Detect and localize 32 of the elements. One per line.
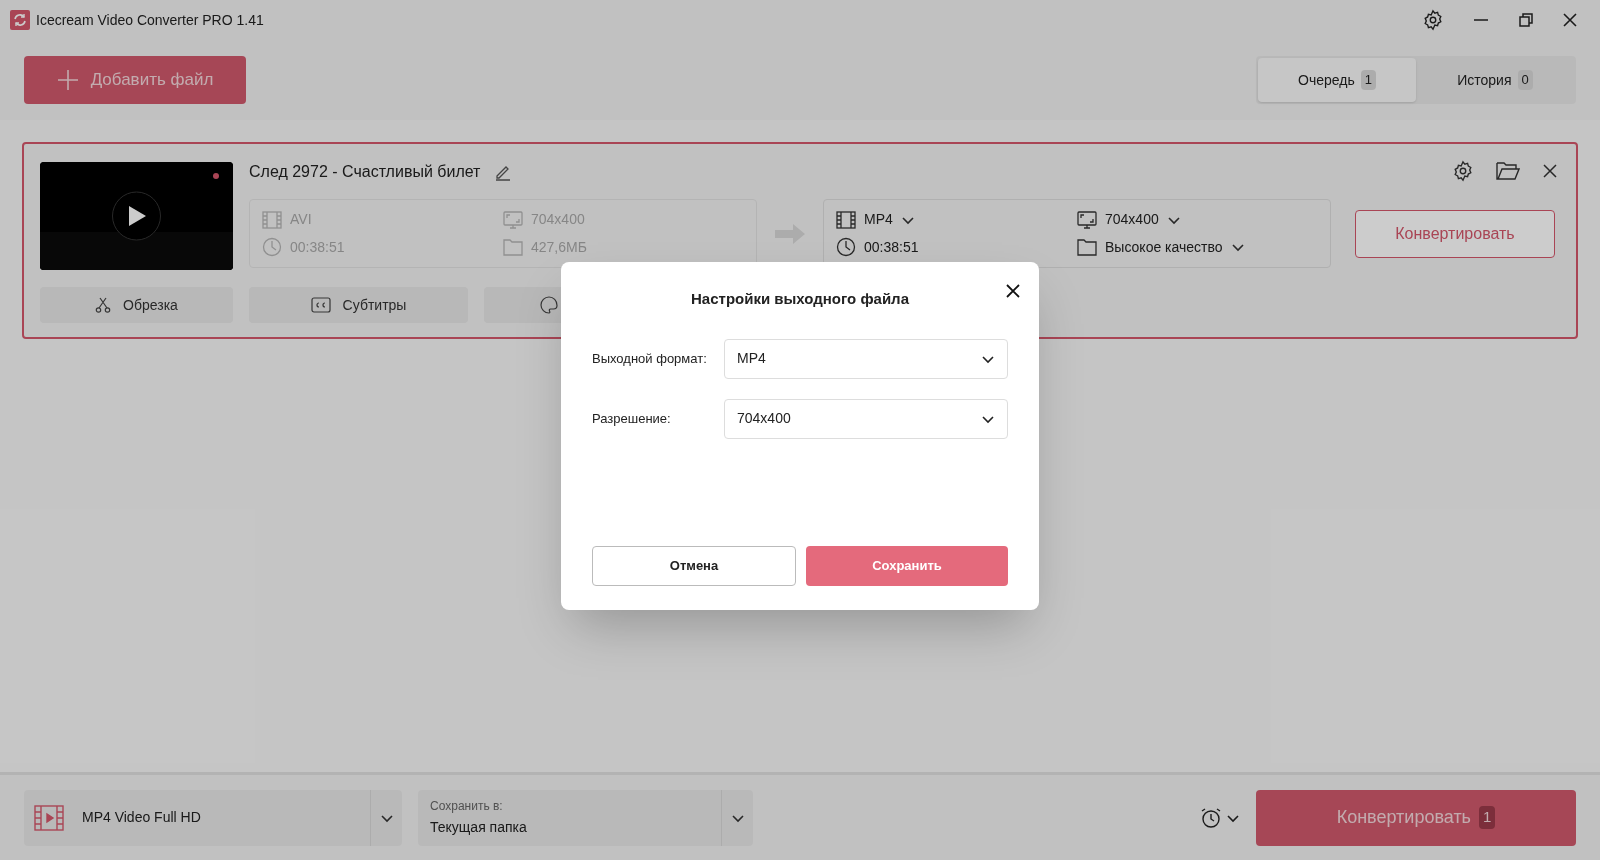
output-quality: Высокое качество <box>1105 237 1223 257</box>
save-to-label: Сохранить в: <box>430 798 504 815</box>
convert-button[interactable]: Конвертировать <box>1355 209 1555 258</box>
count-badge: 0 <box>1517 70 1533 90</box>
save-to-value: Текущая папка <box>430 818 528 837</box>
field-label: Выходной формат: <box>592 349 708 368</box>
tab[interactable]: История 0 <box>1416 58 1574 102</box>
source-format: AVI <box>290 210 312 230</box>
source-size: 427,6МБ <box>531 237 587 257</box>
output-duration: 00:38:51 <box>864 237 919 257</box>
cancel-button[interactable]: Отмена <box>592 546 796 586</box>
subtitles-button[interactable]: Субтитры <box>249 287 468 323</box>
tab[interactable]: Очередь 1 <box>1258 58 1416 102</box>
source-resolution: 704x400 <box>531 210 585 230</box>
convert-all-button[interactable]: Конвертировать 1 <box>1256 789 1576 846</box>
select-field[interactable]: MP4 <box>724 338 1008 379</box>
preset-dropdown[interactable]: MP4 Video Full HD <box>24 789 402 846</box>
select-field[interactable]: 704x400 <box>724 398 1008 439</box>
trim-button[interactable]: Обрезка <box>40 287 233 323</box>
source-duration: 00:38:51 <box>290 237 345 257</box>
output-format: MP4 <box>864 210 893 230</box>
field-label: Разрешение: <box>592 409 672 428</box>
tab-label: Очередь <box>1298 70 1355 90</box>
output-resolution: 704x400 <box>1105 210 1159 230</box>
count-badge: 1 <box>1360 70 1376 90</box>
file-title: След 2972 - Счастливый билет <box>249 162 481 182</box>
window-title: Icecream Video Converter PRO 1.41 <box>36 10 264 30</box>
dialog-title: Настройки выходного файла <box>691 289 909 309</box>
count-badge: 1 <box>1479 806 1496 829</box>
save-location-dropdown[interactable]: Сохранить в: Текущая папка <box>418 789 753 846</box>
tab-label: История <box>1457 70 1512 90</box>
preset-name: MP4 Video Full HD <box>82 808 202 827</box>
